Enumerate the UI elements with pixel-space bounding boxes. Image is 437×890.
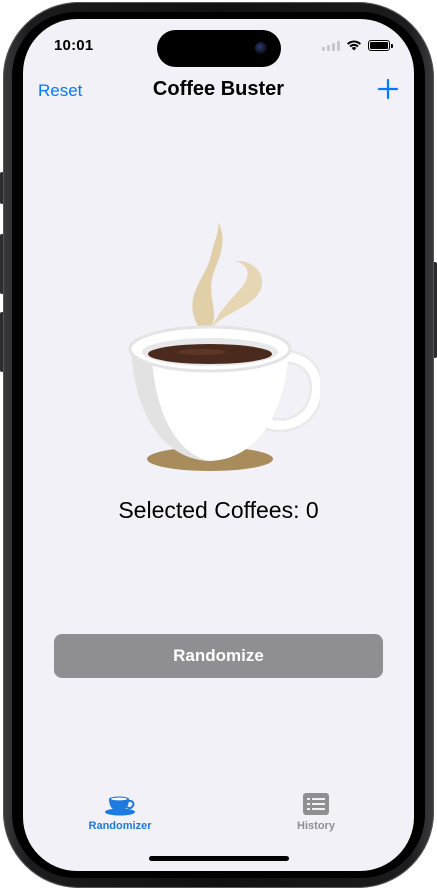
navigation-bar: Reset Coffee Buster bbox=[23, 75, 414, 107]
battery-icon bbox=[368, 39, 393, 51]
tab-bar: Randomizer History bbox=[23, 784, 414, 844]
status-time: 10:01 bbox=[54, 37, 94, 54]
iphone-device: 10:01 Reset Coffee Buster Selected Coffe… bbox=[0, 0, 437, 890]
randomize-button[interactable]: Randomize bbox=[54, 634, 383, 678]
tab-randomizer[interactable]: Randomizer bbox=[60, 792, 180, 832]
home-indicator[interactable] bbox=[149, 856, 289, 861]
coffee-cup-illustration bbox=[120, 219, 324, 479]
steam-wisp-right bbox=[212, 260, 263, 327]
cellular-signal-icon bbox=[322, 40, 340, 51]
camera-icon bbox=[255, 42, 267, 54]
coffee-cup-icon bbox=[105, 796, 135, 816]
tab-history-label: History bbox=[297, 820, 335, 832]
wifi-icon bbox=[347, 40, 361, 51]
list-icon bbox=[303, 793, 329, 815]
tab-history[interactable]: History bbox=[256, 792, 376, 832]
plus-icon[interactable] bbox=[376, 77, 400, 101]
app-screen: 10:01 Reset Coffee Buster Selected Coffe… bbox=[23, 19, 414, 871]
status-icons bbox=[322, 39, 393, 51]
selected-coffees-label: Selected Coffees: 0 bbox=[118, 497, 319, 523]
page-title: Coffee Buster bbox=[152, 78, 285, 100]
dynamic-island bbox=[157, 30, 281, 67]
tab-randomizer-label: Randomizer bbox=[88, 820, 152, 832]
steam-wisp-left bbox=[192, 222, 223, 329]
